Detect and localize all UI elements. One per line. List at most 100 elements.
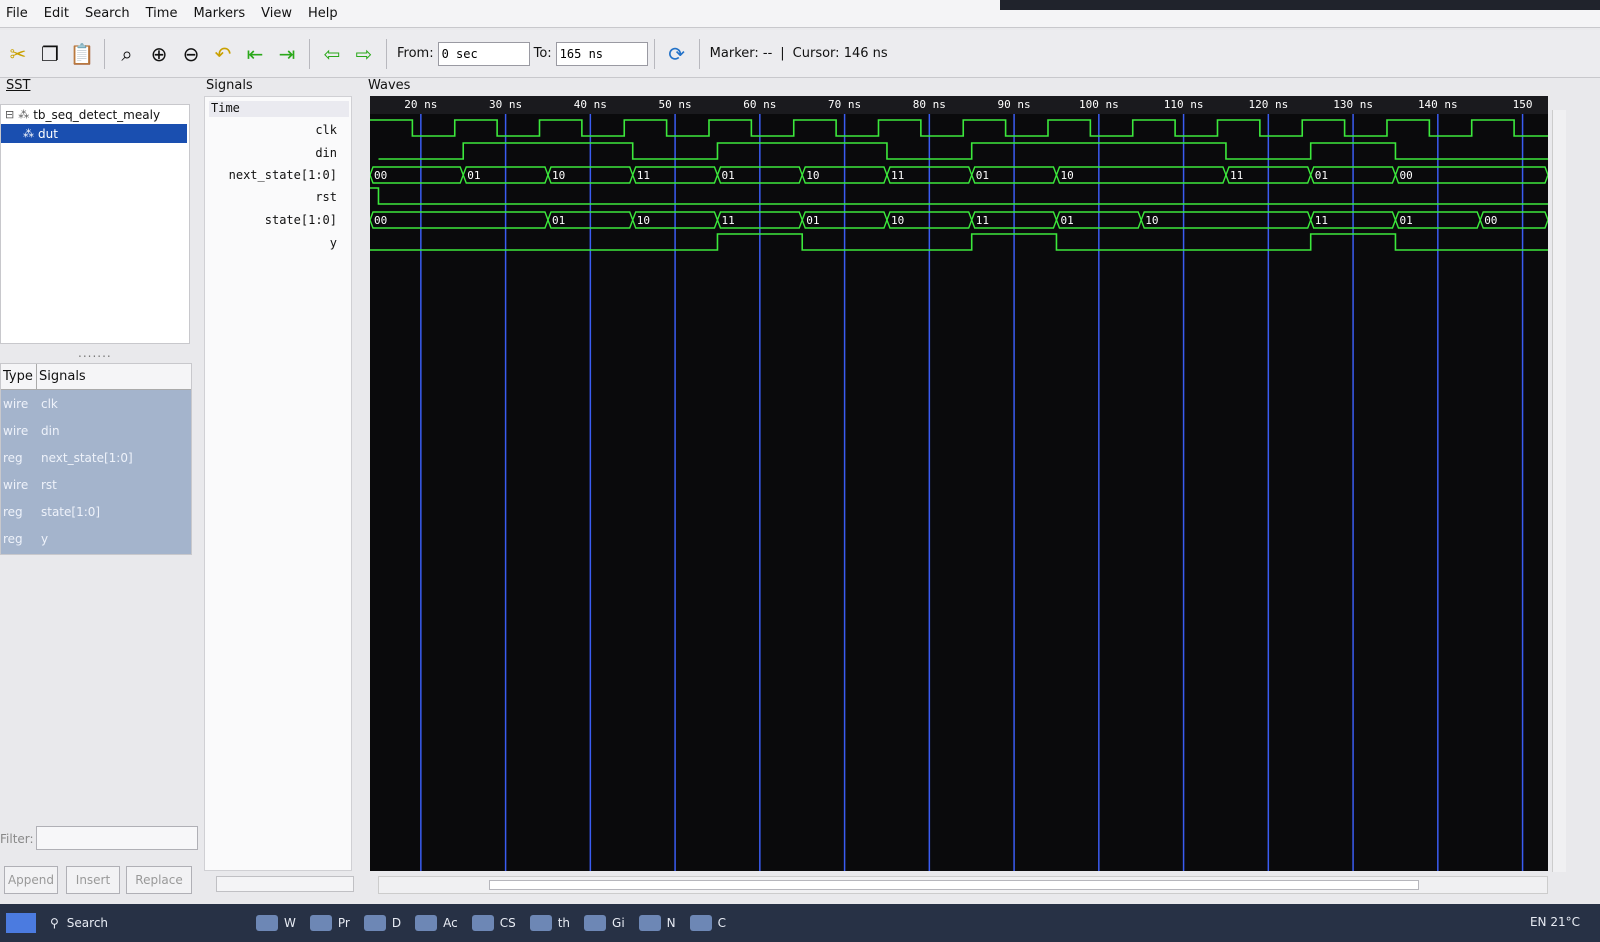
- table-row[interactable]: reg state[1:0]: [1, 498, 191, 525]
- state-value-label: 01: [806, 214, 819, 227]
- tree-item-label: tb_seq_detect_mealy: [33, 107, 161, 122]
- next-edge-icon[interactable]: ⇨: [350, 39, 378, 69]
- app-icon[interactable]: [309, 915, 332, 931]
- to-time-input[interactable]: [555, 41, 648, 66]
- tree-item-label: dut: [38, 126, 58, 141]
- menu-time[interactable]: Time: [140, 6, 188, 21]
- table-row[interactable]: wire rst: [1, 471, 191, 498]
- module-icon: ⁂: [23, 127, 34, 140]
- menu-search[interactable]: Search: [79, 6, 140, 21]
- undo-zoom-icon[interactable]: ↶: [209, 39, 237, 69]
- app-icon[interactable]: [638, 915, 661, 931]
- tree-item-tb[interactable]: ⊟ ⁂ tb_seq_detect_mealy: [1, 105, 189, 124]
- state-value-label: 01: [1399, 214, 1412, 227]
- table-row[interactable]: reg y: [1, 525, 191, 552]
- reload-icon[interactable]: ⟳: [663, 39, 691, 69]
- paste-icon[interactable]: 📋: [68, 39, 96, 69]
- ruler-label: 80 ns: [913, 98, 946, 111]
- waves-horizontal-scrollbar[interactable]: [378, 876, 1548, 894]
- state-value-label: 10: [637, 214, 650, 227]
- jump-start-icon[interactable]: ⇤: [241, 39, 269, 69]
- from-time-input[interactable]: [437, 41, 530, 66]
- taskbar-app-label: C: [717, 916, 727, 930]
- wave-canvas[interactable]: 20 ns 30 ns 40 ns 50 ns 60 ns 70 ns 80 ns 90 ns…: [370, 96, 1548, 871]
- system-tray[interactable]: EN 21°C: [1530, 915, 1580, 929]
- signal-type-table: Type Signals wire clk wire din reg next_sta…: [0, 363, 192, 555]
- prev-edge-icon[interactable]: ⇦: [318, 39, 346, 69]
- app-icon[interactable]: [584, 915, 607, 931]
- tree-item-dut[interactable]: ⁂ dut: [1, 124, 187, 143]
- signal-name-next-state[interactable]: next_state[1:0]: [229, 168, 337, 182]
- taskbar-search[interactable]: ⚲ Search: [50, 916, 250, 930]
- signal-name-rst[interactable]: rst: [315, 190, 337, 204]
- ruler-label: 20 ns: [404, 98, 437, 111]
- next-state-value-label: 10: [552, 169, 565, 182]
- zoom-out-icon[interactable]: ⊖: [177, 39, 205, 69]
- filter-input[interactable]: [36, 826, 198, 850]
- zoom-in-icon[interactable]: ⊕: [145, 39, 173, 69]
- table-row[interactable]: wire clk: [1, 390, 191, 417]
- column-header-signals[interactable]: Signals: [37, 364, 86, 389]
- ruler-label: 100 ns: [1079, 98, 1119, 111]
- state-value-label: 01: [1060, 214, 1073, 227]
- next-state-value-label: 10: [1060, 169, 1073, 182]
- signals-title: Signals: [206, 78, 253, 93]
- app-icon[interactable]: [689, 915, 712, 931]
- next-state-value-label: 11: [1230, 169, 1243, 182]
- ruler-label: 150: [1513, 98, 1533, 111]
- signals-pane: Time clk din next_state[1:0] rst state[1…: [204, 96, 352, 871]
- sst-title: SST: [6, 78, 31, 93]
- menu-markers[interactable]: Markers: [187, 6, 255, 21]
- app-icon[interactable]: [471, 915, 494, 931]
- insert-button[interactable]: Insert: [66, 866, 120, 894]
- collapse-icon[interactable]: ⊟: [5, 108, 14, 121]
- copy-icon[interactable]: ❐: [36, 39, 64, 69]
- signal-name-clk[interactable]: clk: [315, 123, 337, 137]
- app-icon[interactable]: [363, 915, 386, 931]
- taskbar-app-label: W: [284, 916, 296, 930]
- table-row[interactable]: reg next_state[1:0]: [1, 444, 191, 471]
- next-state-value-label: 01: [976, 169, 989, 182]
- waves-pane[interactable]: 20 ns 30 ns 40 ns 50 ns 60 ns 70 ns 80 ns 90 ns…: [370, 96, 1548, 871]
- signal-name-state[interactable]: state[1:0]: [265, 213, 337, 227]
- toolbar: ✂ ❐ 📋 ⌕ ⊕ ⊖ ↶ ⇤ ⇥ ⇦ ⇨ From: To: ⟳ Marker…: [0, 30, 1600, 78]
- next-state-value-label: 11: [637, 169, 650, 182]
- toolbar-separator: [386, 38, 387, 69]
- sst-tree: ⊟ ⁂ tb_seq_detect_mealy ⁂ dut: [0, 104, 190, 344]
- replace-button[interactable]: Replace: [126, 866, 192, 894]
- start-icon[interactable]: [6, 913, 36, 933]
- state-value-label: 10: [1145, 214, 1158, 227]
- app-icon[interactable]: [256, 915, 278, 931]
- column-header-type[interactable]: Type: [1, 364, 37, 389]
- taskbar-app-label: CS: [499, 916, 516, 930]
- splitter-handle[interactable]: .......: [78, 346, 112, 360]
- zoom-fit-icon[interactable]: ⌕: [113, 39, 141, 69]
- app-icon[interactable]: [415, 915, 438, 931]
- signal-name-din[interactable]: din: [315, 146, 337, 160]
- scrollbar-thumb[interactable]: [489, 880, 1419, 890]
- row-signal: din: [41, 423, 60, 438]
- menu-edit[interactable]: Edit: [38, 6, 79, 21]
- menu-view[interactable]: View: [255, 6, 302, 21]
- menu-file[interactable]: File: [0, 6, 38, 21]
- taskbar-app-label: Ac: [443, 916, 458, 930]
- next-state-value-label: 01: [467, 169, 480, 182]
- app-icon[interactable]: [529, 915, 552, 931]
- row-type: reg: [3, 531, 23, 546]
- row-type: reg: [3, 450, 23, 465]
- menu-help[interactable]: Help: [302, 6, 348, 21]
- waves-vertical-scrollbar[interactable]: [1552, 110, 1566, 872]
- cut-icon[interactable]: ✂: [4, 39, 32, 69]
- taskbar-search-label: Search: [66, 916, 109, 930]
- state-value-label: 11: [1315, 214, 1328, 227]
- jump-end-icon[interactable]: ⇥: [273, 39, 301, 69]
- signal-name-y[interactable]: y: [330, 236, 337, 250]
- taskbar-app-label: N: [666, 916, 676, 930]
- marker-readout: Marker: --: [709, 46, 773, 61]
- ruler-label: 120 ns: [1248, 98, 1288, 111]
- to-label: To:: [533, 46, 552, 61]
- signals-horizontal-scrollbar[interactable]: [216, 876, 354, 892]
- append-button[interactable]: Append: [4, 866, 58, 894]
- table-row[interactable]: wire din: [1, 417, 191, 444]
- cursor-readout: Cursor: 146 ns: [792, 46, 888, 61]
